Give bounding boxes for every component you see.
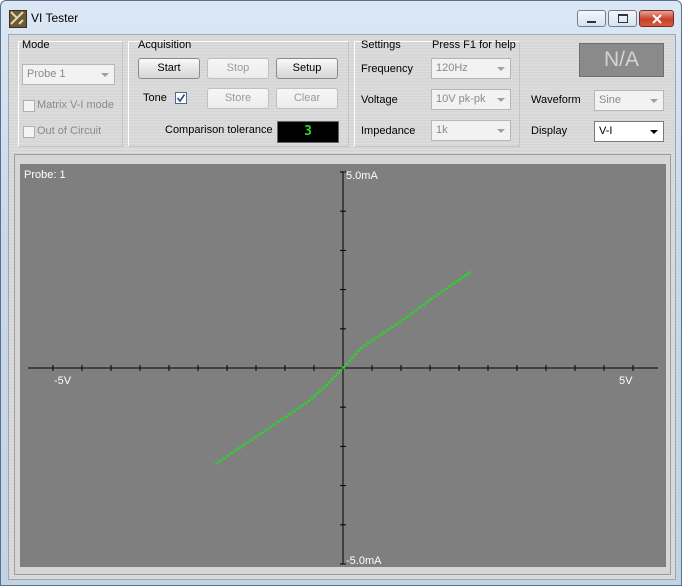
- x-axis-right-label: 5V: [619, 375, 633, 387]
- close-icon: [651, 13, 662, 24]
- probe-select-value: Probe 1: [27, 68, 66, 80]
- vi-trace-point: [452, 282, 455, 285]
- main-panel: Mode Probe 1 Matrix V-I mode Out of Circ…: [8, 34, 676, 580]
- waveform-value: Sine: [599, 94, 622, 106]
- display-select[interactable]: V-I: [594, 121, 664, 142]
- stop-button[interactable]: Stop: [207, 58, 269, 79]
- tolerance-label: Comparison tolerance: [165, 124, 273, 136]
- start-button[interactable]: Start: [138, 58, 200, 79]
- vi-trace-point: [261, 431, 263, 434]
- frequency-label: Frequency: [361, 63, 413, 75]
- vi-trace-point: [382, 331, 385, 334]
- status-display: N/A: [579, 43, 664, 77]
- waveform-label: Waveform: [531, 94, 581, 106]
- vi-trace-point: [469, 271, 472, 273]
- voltage-label: Voltage: [361, 94, 398, 106]
- frequency-select[interactable]: 120Hz: [431, 58, 511, 79]
- vi-trace-point: [284, 416, 286, 418]
- vi-trace-point: [359, 347, 362, 350]
- vi-trace-point: [342, 367, 344, 369]
- y-axis-top-label: 5.0mA: [346, 170, 378, 182]
- tone-checkbox[interactable]: [175, 92, 187, 104]
- out-of-circuit-checkbox[interactable]: [23, 126, 35, 138]
- vi-trace-point: [406, 316, 408, 318]
- tolerance-display[interactable]: 3: [277, 121, 339, 143]
- display-label: Display: [531, 125, 568, 137]
- vi-trace-point: [324, 384, 327, 387]
- vi-trace-point: [307, 400, 310, 403]
- title-bar[interactable]: VI Tester: [1, 1, 681, 35]
- store-button[interactable]: Store: [207, 88, 269, 109]
- chevron-down-icon: [497, 98, 505, 102]
- setup-button[interactable]: Setup: [276, 58, 338, 79]
- vi-trace-point: [214, 463, 217, 465]
- voltage-value: 10V pk-pk: [436, 93, 486, 105]
- chevron-down-icon: [497, 67, 505, 71]
- x-axis-left-label: -5V: [54, 375, 72, 387]
- close-button[interactable]: [639, 10, 674, 27]
- settings-heading: Settings: [361, 39, 401, 51]
- minimize-icon: [587, 20, 596, 23]
- y-axis-bottom-label: -5.0mA: [346, 555, 382, 567]
- minimize-button[interactable]: [577, 10, 606, 27]
- checkmark-icon: [176, 94, 186, 103]
- restore-icon: [617, 14, 628, 23]
- mode-heading: Mode: [22, 39, 50, 51]
- impedance-value: 1k: [436, 124, 448, 136]
- app-logo-icon: [9, 10, 27, 28]
- waveform-select[interactable]: Sine: [594, 90, 664, 111]
- probe-select[interactable]: Probe 1: [22, 64, 115, 85]
- vi-trace-point: [429, 298, 431, 301]
- chevron-down-icon: [650, 130, 658, 134]
- help-hint: Press F1 for help: [432, 39, 516, 51]
- acquisition-heading: Acquisition: [138, 39, 192, 51]
- display-value: V-I: [599, 125, 613, 137]
- chevron-down-icon: [497, 129, 505, 133]
- vi-curve-chart: Probe: 1 5.0mA -5.0mA -5V 5V: [24, 169, 658, 567]
- chevron-down-icon: [101, 73, 109, 77]
- matrix-mode-label: Matrix V-I mode: [37, 99, 115, 111]
- vi-plot-area[interactable]: Probe: 1 5.0mA -5.0mA -5V 5V: [20, 164, 666, 567]
- tone-label: Tone: [143, 92, 167, 104]
- maximize-button[interactable]: [608, 10, 637, 27]
- app-window: VI Tester Mode Probe 1 Matrix V-I mode O…: [0, 0, 682, 586]
- chevron-down-icon: [650, 99, 658, 103]
- impedance-select[interactable]: 1k: [431, 120, 511, 141]
- impedance-label: Impedance: [361, 125, 416, 137]
- vi-trace-point: [237, 447, 240, 450]
- frequency-value: 120Hz: [436, 62, 468, 74]
- window-title: VI Tester: [31, 11, 79, 25]
- probe-label: Probe: 1: [24, 169, 66, 181]
- voltage-select[interactable]: 10V pk-pk: [431, 89, 511, 110]
- matrix-mode-checkbox[interactable]: [23, 100, 35, 112]
- out-of-circuit-label: Out of Circuit: [37, 125, 102, 137]
- clear-button[interactable]: Clear: [276, 88, 338, 109]
